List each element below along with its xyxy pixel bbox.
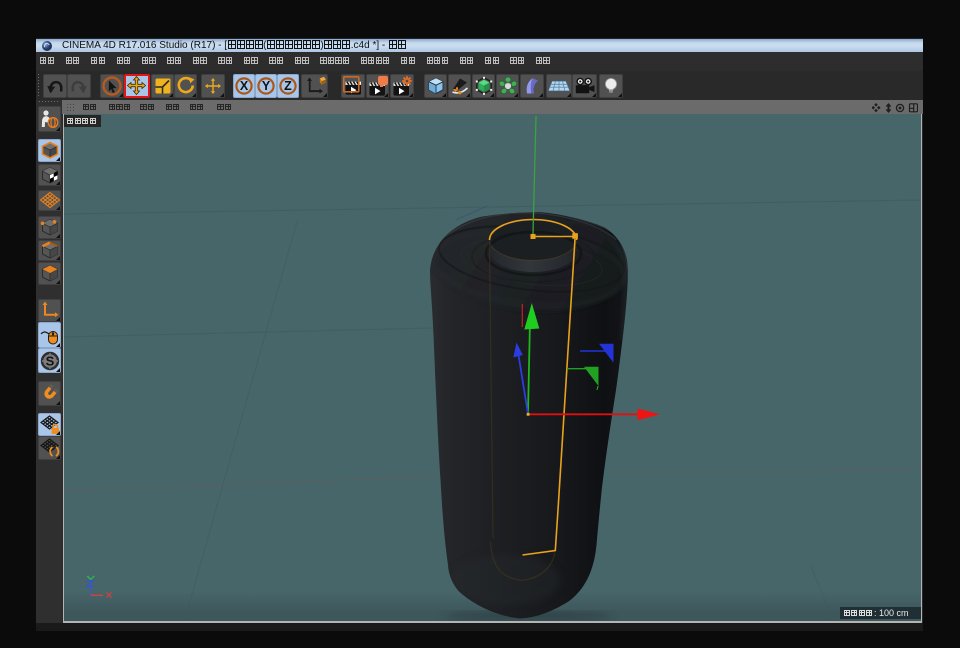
svg-text:Y: Y bbox=[262, 79, 271, 93]
svg-text:S: S bbox=[45, 353, 54, 368]
svg-text:Z: Z bbox=[284, 79, 292, 93]
svg-text:X: X bbox=[240, 79, 249, 93]
